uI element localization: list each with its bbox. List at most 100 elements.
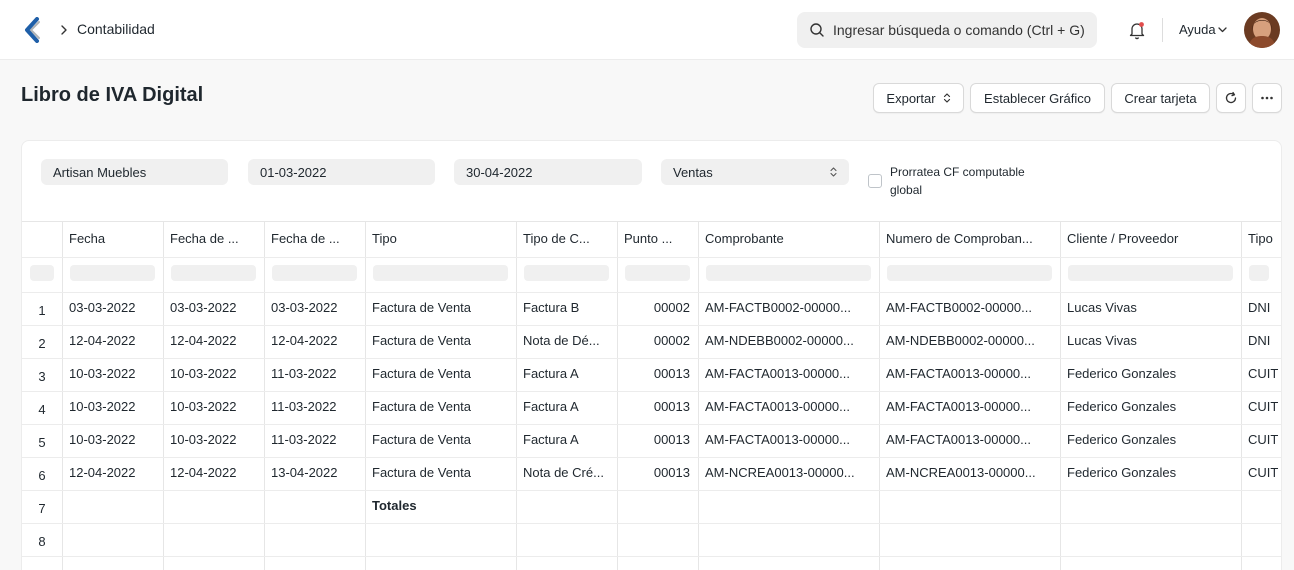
cell-comprobante[interactable]: AM-NCREA0013-00000... [705, 465, 876, 480]
help-menu[interactable]: Ayuda [1179, 22, 1216, 37]
column-filter-input[interactable] [887, 265, 1052, 281]
column-header-fecha-de-2[interactable]: Fecha de ... [271, 231, 360, 246]
cell-fecha[interactable]: 12-04-2022 [69, 465, 160, 480]
cell-fecha-de-2[interactable]: 11-03-2022 [271, 432, 362, 447]
column-header-comprobante[interactable]: Comprobante [705, 231, 874, 246]
company-filter[interactable]: Artisan Muebles [41, 159, 228, 185]
cell-tipo-de-comprobante[interactable]: Factura B [523, 300, 614, 315]
column-filter-input[interactable] [1068, 265, 1233, 281]
cell-numero-de-comprobante[interactable]: AM-FACTA0013-00000... [886, 399, 1057, 414]
cell-fecha-de-2[interactable]: 03-03-2022 [271, 300, 362, 315]
cell-tipo-doc[interactable]: CUIT [1248, 366, 1280, 381]
cell-fecha-de-1[interactable]: 10-03-2022 [170, 432, 261, 447]
cell-tipo-de-comprobante[interactable]: Factura A [523, 399, 614, 414]
search-bar[interactable]: Ingresar búsqueda o comando (Ctrl + G) [797, 12, 1097, 48]
cell-fecha-de-1[interactable]: 12-04-2022 [170, 465, 261, 480]
cell-tipo[interactable]: Factura de Venta [372, 465, 513, 480]
cell-tipo-de-comprobante[interactable]: Nota de Cré... [523, 465, 614, 480]
column-header-fecha-de-1[interactable]: Fecha de ... [170, 231, 259, 246]
cell-tipo-de-comprobante[interactable]: Nota de Dé... [523, 333, 614, 348]
prorrate-checkbox[interactable] [868, 174, 882, 188]
column-filter-input[interactable] [625, 265, 690, 281]
column-filter-input[interactable] [1249, 265, 1269, 281]
refresh-button[interactable] [1216, 83, 1246, 113]
cell-fecha[interactable]: 03-03-2022 [69, 300, 160, 315]
cell-cliente-proveedor[interactable]: Lucas Vivas [1067, 300, 1238, 315]
select-arrows-icon [830, 167, 837, 177]
cell-cliente-proveedor[interactable]: Federico Gonzales [1067, 432, 1238, 447]
cell-fecha-de-1[interactable]: 03-03-2022 [170, 300, 261, 315]
cell-punto-de-venta[interactable]: 00013 [623, 465, 690, 480]
cell-fecha[interactable]: 12-04-2022 [69, 333, 160, 348]
from-date-filter[interactable]: 01-03-2022 [248, 159, 435, 185]
column-filter-input[interactable] [70, 265, 155, 281]
cell-numero-de-comprobante[interactable]: AM-FACTB0002-00000... [886, 300, 1057, 315]
column-filter-input[interactable] [524, 265, 609, 281]
cell-tipo[interactable]: Factura de Venta [372, 300, 513, 315]
column-header-punto-de-venta[interactable]: Punto ... [624, 231, 693, 246]
cell-tipo-de-comprobante[interactable]: Factura A [523, 432, 614, 447]
column-filter-input[interactable] [272, 265, 357, 281]
cell-cliente-proveedor[interactable]: Lucas Vivas [1067, 333, 1238, 348]
cell-cliente-proveedor[interactable]: Federico Gonzales [1067, 465, 1238, 480]
breadcrumb-contabilidad[interactable]: Contabilidad [77, 21, 155, 37]
cell-fecha-de-2[interactable]: 11-03-2022 [271, 366, 362, 381]
more-options-button[interactable] [1252, 83, 1282, 113]
cell-fecha-de-2[interactable]: 12-04-2022 [271, 333, 362, 348]
cell-numero-de-comprobante[interactable]: AM-NCREA0013-00000... [886, 465, 1057, 480]
cell-tipo[interactable]: Factura de Venta [372, 366, 513, 381]
cell-tipo-doc[interactable]: DNI [1248, 333, 1280, 348]
cell-tipo[interactable]: Totales [372, 498, 513, 513]
column-header-fecha[interactable]: Fecha [69, 231, 158, 246]
column-filter-input[interactable] [706, 265, 871, 281]
cell-comprobante[interactable]: AM-FACTB0002-00000... [705, 300, 876, 315]
cell-tipo-doc[interactable]: CUIT [1248, 465, 1280, 480]
cell-fecha-de-1[interactable]: 10-03-2022 [170, 399, 261, 414]
cell-punto-de-venta[interactable]: 00002 [623, 300, 690, 315]
cell-punto-de-venta[interactable]: 00013 [623, 432, 690, 447]
cell-punto-de-venta[interactable]: 00002 [623, 333, 690, 348]
chevron-down-icon[interactable] [1217, 26, 1228, 34]
column-header-numero-de-comprobante[interactable]: Numero de Comproban... [886, 231, 1055, 246]
column-header-cliente-proveedor[interactable]: Cliente / Proveedor [1067, 231, 1236, 246]
create-card-button[interactable]: Crear tarjeta [1111, 83, 1210, 113]
cell-punto-de-venta[interactable]: 00013 [623, 366, 690, 381]
column-filter-input[interactable] [373, 265, 508, 281]
cell-comprobante[interactable]: AM-NDEBB0002-00000... [705, 333, 876, 348]
cell-tipo-doc[interactable]: DNI [1248, 300, 1280, 315]
cell-tipo-de-comprobante[interactable]: Factura A [523, 366, 614, 381]
cell-comprobante[interactable]: AM-FACTA0013-00000... [705, 366, 876, 381]
cell-numero-de-comprobante[interactable]: AM-NDEBB0002-00000... [886, 333, 1057, 348]
cell-fecha[interactable]: 10-03-2022 [69, 366, 160, 381]
cell-tipo[interactable]: Factura de Venta [372, 432, 513, 447]
column-header-tipo[interactable]: Tipo [372, 231, 511, 246]
cell-fecha[interactable]: 10-03-2022 [69, 399, 160, 414]
app-logo-icon[interactable] [22, 17, 46, 43]
column-header-tipo-de-comprobante[interactable]: Tipo de C... [523, 231, 612, 246]
cell-fecha-de-2[interactable]: 11-03-2022 [271, 399, 362, 414]
cell-numero-de-comprobante[interactable]: AM-FACTA0013-00000... [886, 366, 1057, 381]
column-filter-input[interactable] [171, 265, 256, 281]
cell-fecha-de-2[interactable]: 13-04-2022 [271, 465, 362, 480]
export-button[interactable]: Exportar [873, 83, 964, 113]
column-header-tipo-doc[interactable]: Tipo [1248, 231, 1278, 246]
notifications-bell-icon[interactable] [1126, 19, 1148, 41]
cell-tipo-doc[interactable]: CUIT [1248, 399, 1280, 414]
row-number: 6 [38, 468, 46, 483]
cell-punto-de-venta[interactable]: 00013 [623, 399, 690, 414]
user-avatar[interactable] [1244, 12, 1280, 48]
cell-fecha[interactable]: 10-03-2022 [69, 432, 160, 447]
type-select[interactable]: Ventas [661, 159, 849, 185]
cell-tipo[interactable]: Factura de Venta [372, 333, 513, 348]
cell-comprobante[interactable]: AM-FACTA0013-00000... [705, 432, 876, 447]
cell-tipo-doc[interactable]: CUIT [1248, 432, 1280, 447]
cell-tipo[interactable]: Factura de Venta [372, 399, 513, 414]
cell-cliente-proveedor[interactable]: Federico Gonzales [1067, 399, 1238, 414]
cell-fecha-de-1[interactable]: 12-04-2022 [170, 333, 261, 348]
to-date-filter[interactable]: 30-04-2022 [454, 159, 642, 185]
set-chart-button[interactable]: Establecer Gráfico [970, 83, 1105, 113]
cell-cliente-proveedor[interactable]: Federico Gonzales [1067, 366, 1238, 381]
cell-fecha-de-1[interactable]: 10-03-2022 [170, 366, 261, 381]
cell-numero-de-comprobante[interactable]: AM-FACTA0013-00000... [886, 432, 1057, 447]
cell-comprobante[interactable]: AM-FACTA0013-00000... [705, 399, 876, 414]
